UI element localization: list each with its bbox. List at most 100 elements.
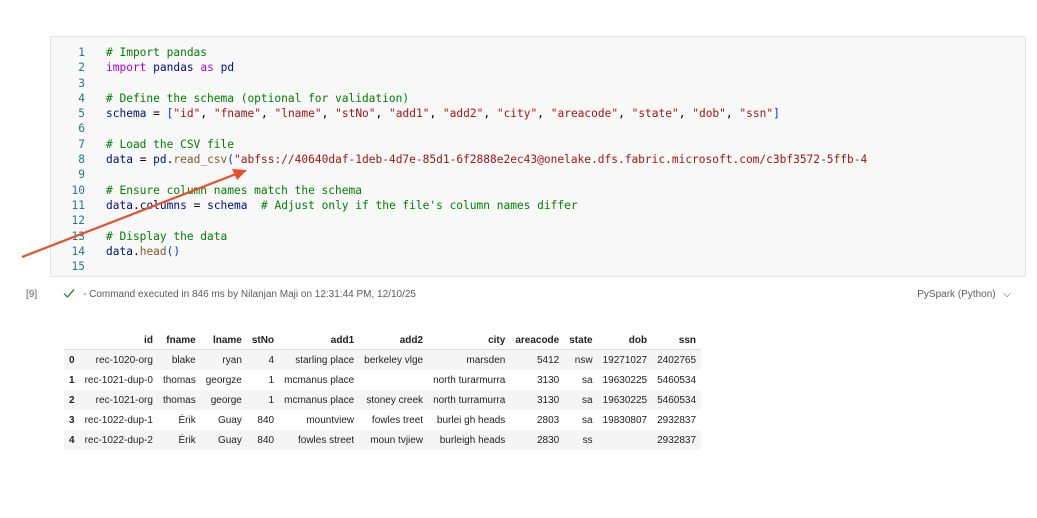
column-header: city: [428, 331, 511, 350]
code-token: # Display the data: [106, 229, 228, 243]
line-number: 1: [78, 46, 85, 59]
table-cell: 2932837: [657, 414, 697, 426]
table-cell: thomas: [162, 394, 196, 406]
code-line[interactable]: 12: [51, 213, 1025, 228]
code-text: # Ensure column names match the schema: [106, 183, 362, 198]
code-token: import: [106, 61, 147, 75]
index-header: [64, 331, 80, 350]
table-cell: Guay: [217, 414, 242, 426]
column-header: areacode: [510, 331, 565, 350]
code-token: =: [132, 153, 154, 167]
table-row: 4 rec-1022-dup-2 Érik Guay 840 fowles street m…: [64, 430, 702, 450]
table-cell: burleigh heads: [439, 434, 506, 446]
table-cell: nsw: [574, 354, 593, 366]
line-number: 2: [78, 61, 85, 75]
row-index: 1: [69, 374, 75, 386]
table-cell: 5460534: [657, 374, 697, 386]
code-token: # Import pandas: [106, 46, 208, 59]
line-number: 8: [78, 153, 85, 167]
code-token: columns: [139, 198, 187, 212]
code-line[interactable]: 10 # Ensure column names match the schema: [51, 183, 1025, 198]
code-line[interactable]: 15: [51, 259, 1025, 274]
table-cell: rec-1022-dup-2: [84, 434, 153, 446]
code-token: .: [132, 198, 140, 212]
code-token: "id": [173, 107, 201, 121]
code-line[interactable]: 4 # Define the schema (optional for valid…: [51, 91, 1025, 106]
notebook-code-cell[interactable]: 1 # Import pandas 2 import pandas as pd 3 4 # …: [50, 36, 1026, 277]
table-cell: marsden: [466, 354, 506, 366]
table-cell: 2830: [536, 434, 560, 446]
code-token: ,: [321, 107, 336, 121]
line-number: 9: [78, 168, 85, 182]
line-number: 5: [78, 107, 85, 121]
code-token: ,: [429, 107, 443, 121]
code-token: "add2": [442, 107, 484, 121]
table-cell: ryan: [222, 354, 242, 366]
chevron-down-icon: ⌵: [1003, 289, 1011, 300]
column-header: add2: [359, 331, 429, 350]
code-line[interactable]: 14 data.head(): [51, 244, 1025, 259]
code-token: # Ensure column names match the schema: [106, 183, 362, 197]
table-cell: ss: [582, 434, 593, 446]
table-cell: thomas: [162, 374, 196, 386]
table-cell: 3130: [536, 394, 560, 406]
column-header: state: [564, 331, 598, 350]
table-cell: fowles treet: [371, 414, 424, 426]
table-cell: 5412: [536, 354, 560, 366]
column-header: ssn: [652, 331, 702, 350]
table-header-row: id fname lname stNo add1 add2 city areacode stat…: [64, 331, 702, 350]
table-cell: starling place: [295, 354, 355, 366]
table-body: 0 rec-1020-org blake ryan 4 starling place ber…: [64, 349, 702, 450]
code-token: "stNo": [335, 107, 376, 121]
code-line[interactable]: 3: [51, 76, 1025, 91]
code-line[interactable]: 8 data = pd.read_csv("abfss://40640daf-1d…: [51, 152, 1025, 167]
line-number: 10: [71, 183, 85, 197]
code-token: ]: [773, 107, 780, 121]
line-number: 6: [78, 122, 85, 136]
column-header: stNo: [246, 331, 280, 350]
row-index: 4: [69, 434, 75, 446]
code-line[interactable]: 11 data.columns = schema # Adjust only if…: [51, 198, 1025, 213]
code-line[interactable]: 1 # Import pandas: [51, 45, 1025, 60]
kernel-label: PySpark (Python): [917, 289, 996, 300]
line-number: 12: [71, 214, 85, 228]
code-token: (): [166, 244, 181, 258]
code-token: "abfss://40640daf-1deb-4d7e-85d1-6f2888e…: [234, 153, 868, 167]
code-token: data: [106, 153, 133, 167]
table-cell: 840: [257, 434, 275, 446]
code-line[interactable]: 9: [51, 167, 1025, 182]
table-cell: Érik: [178, 434, 196, 446]
code-line[interactable]: 5 schema = ["id", "fname", "lname", "stNo…: [51, 106, 1025, 121]
kernel-selector[interactable]: PySpark (Python) ⌵: [917, 289, 1011, 300]
code-text: schema = ["id", "fname", "lname", "stNo"…: [106, 106, 780, 121]
code-token: pandas: [153, 61, 194, 75]
code-text: # Load the CSV file: [106, 137, 234, 152]
table-cell: sa: [582, 414, 593, 426]
code-line[interactable]: 6: [51, 121, 1025, 136]
code-editor[interactable]: 1 # Import pandas 2 import pandas as pd 3 4 # …: [51, 45, 1025, 274]
execution-summary: - Command executed in 846 ms by Nilanjan…: [83, 289, 416, 300]
code-token: ,: [678, 107, 693, 121]
row-index: 3: [69, 414, 75, 426]
code-token: pd: [153, 153, 167, 167]
column-header: id: [79, 331, 158, 350]
execution-count: [9]: [26, 289, 38, 300]
dataframe-output-table: id fname lname stNo add1 add2 city areacode stat…: [64, 331, 702, 450]
code-token: as: [200, 61, 214, 75]
code-text: import pandas as pd: [106, 60, 234, 75]
code-token: # Load the CSV file: [106, 137, 234, 151]
code-token: head: [139, 244, 167, 258]
code-line[interactable]: 7 # Load the CSV file: [51, 137, 1025, 152]
code-line[interactable]: 13 # Display the data: [51, 229, 1025, 244]
code-line[interactable]: 2 import pandas as pd: [51, 60, 1025, 75]
cell-status-bar: [9] - Command executed in 846 ms by Nila…: [0, 286, 1037, 304]
table-cell: fowles street: [298, 434, 355, 446]
table-cell: north turarmurra: [433, 374, 506, 386]
line-number: 15: [71, 260, 85, 274]
table-cell: blake: [171, 354, 196, 366]
table-cell: rec-1021-dup-0: [84, 374, 153, 386]
code-token: "city": [496, 107, 538, 121]
code-token: ,: [618, 107, 632, 121]
